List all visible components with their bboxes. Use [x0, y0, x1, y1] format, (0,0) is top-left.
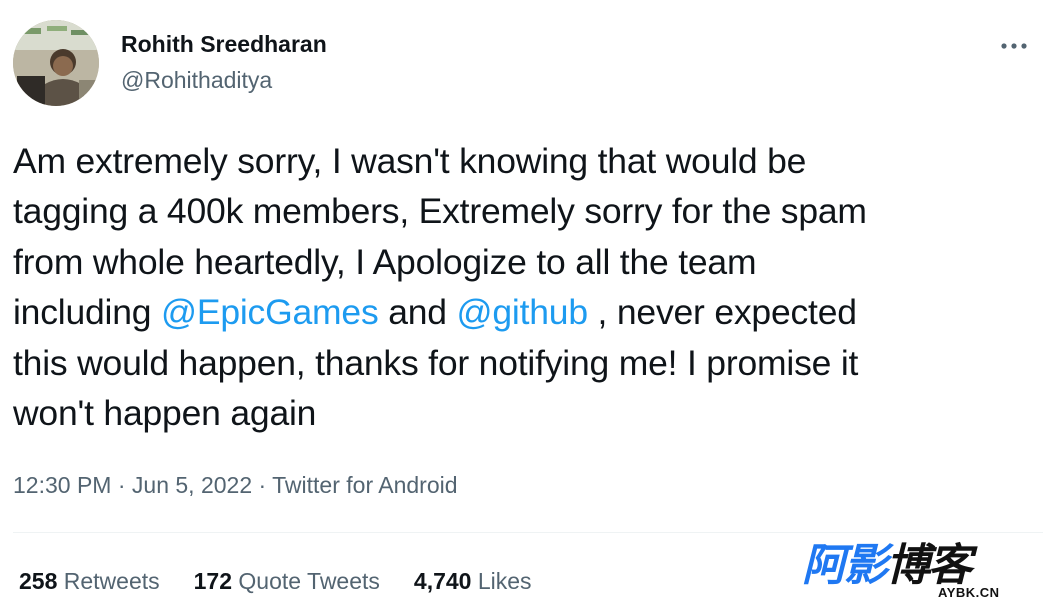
tweet-source-link[interactable]: Twitter for Android	[272, 472, 457, 498]
tweet-time-link[interactable]: 12:30 PM	[13, 472, 111, 498]
likes-count: 4,740	[413, 568, 472, 594]
tweet-text-segment: won't happen again	[13, 392, 317, 433]
likes-label: Likes	[477, 568, 532, 594]
mention-link[interactable]: @github	[457, 292, 589, 332]
author-handle[interactable]: @Rohithaditya	[121, 66, 272, 94]
tweet-text-line: won't happen again	[13, 388, 1043, 438]
tweet-text-segment: from whole heartedly, I Apologize to all…	[13, 241, 757, 282]
tweet-text-line: including @EpicGames and @github , never…	[13, 287, 1043, 337]
more-options-button[interactable]	[996, 34, 1032, 58]
tweet-text-line: from whole heartedly, I Apologize to all…	[13, 237, 1043, 287]
tweet-date-link[interactable]: Jun 5, 2022	[132, 472, 252, 498]
tweet-text-segment: including	[13, 292, 161, 333]
quote-tweets-label: Quote Tweets	[238, 568, 380, 594]
tweet-text-segment: , never expected	[587, 292, 857, 333]
tweet-text-segment: and	[378, 292, 457, 333]
likes-stat[interactable]: 4,740 Likes	[414, 566, 532, 596]
quote-tweets-count: 172	[193, 568, 233, 594]
retweets-stat[interactable]: 258 Retweets	[19, 566, 160, 596]
tweet-text-line: tagging a 400k members, Extremely sorry …	[13, 186, 1043, 236]
profile-photo-icon	[13, 20, 99, 106]
meta-separator: ·	[252, 472, 273, 498]
quote-tweets-stat[interactable]: 172 Quote Tweets	[194, 566, 380, 596]
author-display-name[interactable]: Rohith Sreedharan	[121, 30, 327, 58]
meta-separator: ·	[111, 472, 132, 498]
tweet-text-line: this would happen, thanks for notifying …	[13, 338, 1043, 388]
retweets-count: 258	[19, 568, 58, 594]
tweet-metadata: 12:30 PM · Jun 5, 2022 · Twitter for And…	[13, 470, 458, 500]
tweet-text-segment: this would happen, thanks for notifying …	[13, 342, 859, 383]
tweet-text-line: Am extremely sorry, I wasn't knowing tha…	[13, 136, 1043, 186]
tweet-text: Am extremely sorry, I wasn't knowing tha…	[13, 136, 1043, 438]
watermark: 阿影博客 AYBK.CN	[800, 540, 1036, 602]
retweets-label: Retweets	[63, 568, 160, 594]
avatar[interactable]	[13, 20, 99, 106]
tweet-text-segment: Am extremely sorry, I wasn't knowing tha…	[13, 141, 807, 181]
mention-link[interactable]: @EpicGames	[161, 292, 379, 332]
divider	[13, 532, 1043, 533]
more-horizontal-icon	[1001, 43, 1027, 49]
tweet-card: Rohith Sreedharan @Rohithaditya Am extre…	[0, 0, 1056, 610]
tweet-stats: 258 Retweets 172 Quote Tweets 4,740 Likes	[19, 566, 566, 596]
tweet-text-segment: tagging a 400k members, Extremely sorry …	[13, 191, 867, 232]
watermark-domain: AYBK.CN	[938, 585, 1000, 600]
